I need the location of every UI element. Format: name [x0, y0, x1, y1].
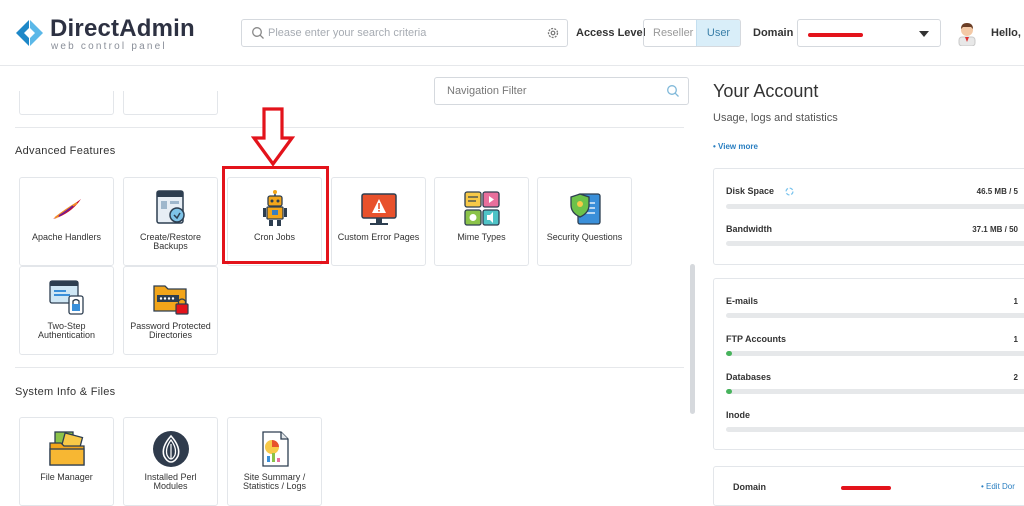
tile-file-manager[interactable]: File Manager — [19, 417, 114, 506]
stat-label-inode: Inode — [726, 410, 750, 420]
progress-bar-bandwidth — [726, 241, 1024, 246]
tile-password-protected-directories[interactable]: Password Protected Directories — [123, 266, 218, 355]
previous-tile[interactable] — [19, 91, 114, 115]
domain-select[interactable] — [797, 19, 941, 47]
redacted-domain-mark — [841, 486, 891, 490]
stat-value-databases: 2 — [1013, 373, 1018, 382]
refresh-spinner-icon — [785, 187, 794, 196]
stat-value-emails: 1 — [1013, 297, 1018, 306]
tile-mime-types[interactable]: Mime Types — [434, 177, 529, 266]
two-step-auth-icon — [49, 280, 84, 315]
section-title-advanced-features: Advanced Features — [15, 145, 116, 157]
section-title-system-info-files: System Info & Files — [15, 386, 116, 398]
section-divider — [15, 127, 684, 128]
stat-label-bandwidth: Bandwidth — [726, 224, 772, 234]
stat-label-ftp-accounts: FTP Accounts — [726, 334, 787, 344]
backup-icon — [156, 190, 185, 224]
access-level-label: Access Level — [576, 27, 646, 39]
tile-label: Security Questions — [546, 232, 623, 242]
tile-label: Mime Types — [457, 232, 506, 242]
global-search[interactable] — [241, 19, 568, 47]
search-icon — [667, 85, 679, 97]
progress-bar-databases — [726, 389, 1024, 394]
stat-value-bandwidth: 37.1 MB / 50 — [972, 225, 1018, 234]
stat-label-emails: E-mails — [726, 296, 759, 306]
statistics-report-icon — [262, 431, 289, 467]
edit-domain-link[interactable]: • Edit Dor — [981, 482, 1015, 491]
tile-create-restore-backups[interactable]: Create/Restore Backups — [123, 177, 218, 266]
navigation-filter-input[interactable] — [447, 82, 657, 100]
previous-section-tiles — [19, 91, 219, 115]
user-avatar-icon[interactable] — [956, 20, 978, 46]
file-manager-icon — [49, 431, 85, 466]
domain-label: Domain — [753, 27, 794, 39]
brand-tagline: web control panel — [51, 41, 167, 52]
domain-card-label: Domain — [733, 482, 767, 492]
chevron-down-icon — [919, 31, 929, 37]
tile-two-step-authentication[interactable]: Two-Step Authentication — [19, 266, 114, 355]
section-divider — [15, 367, 684, 368]
search-icon — [252, 27, 264, 39]
access-user-button[interactable]: User — [696, 20, 740, 46]
progress-bar-inode — [726, 427, 1024, 432]
progress-bar-emails — [726, 313, 1024, 318]
stat-label-databases: Databases — [726, 372, 772, 382]
tile-label: Create/Restore Backups — [139, 232, 202, 251]
access-level-switch: Reseller User — [643, 19, 741, 47]
tile-custom-error-pages[interactable]: Custom Error Pages — [331, 177, 426, 266]
feather-icon — [53, 199, 81, 219]
stat-value-ftp-accounts: 1 — [1013, 335, 1018, 344]
warning-monitor-icon — [361, 193, 397, 225]
tile-label: Site Summary / Statistics / Logs — [242, 472, 307, 491]
stat-value-disk-space: 46.5 MB / 5 — [976, 187, 1018, 196]
usage-card: Disk Space 46.5 MB / 5 Bandwidth 37.1 MB… — [713, 168, 1024, 265]
tile-label: Installed Perl Modules — [144, 472, 197, 491]
locked-folder-icon — [153, 285, 189, 315]
brand-name: DirectAdmin — [50, 15, 195, 42]
tile-label: File Manager — [40, 472, 93, 482]
annotation-arrow-icon — [251, 107, 295, 167]
tile-label: Custom Error Pages — [337, 232, 420, 242]
account-panel: Your Account Usage, logs and statistics … — [700, 66, 1024, 506]
progress-fill — [726, 351, 733, 356]
tile-apache-handlers[interactable]: Apache Handlers — [19, 177, 114, 266]
search-input[interactable] — [268, 23, 538, 43]
content-scrollbar[interactable] — [690, 264, 695, 414]
stat-label-disk-space: Disk Space — [726, 186, 775, 196]
navigation-filter[interactable] — [434, 77, 689, 105]
progress-bar-disk-space — [726, 204, 1024, 209]
media-types-icon — [464, 191, 500, 226]
account-title: Your Account — [713, 81, 819, 101]
redacted-domain-mark — [808, 33, 863, 37]
tile-label: Apache Handlers — [31, 232, 102, 242]
gear-icon[interactable] — [546, 26, 560, 40]
tile-label: Password Protected Directories — [130, 321, 211, 340]
perl-onion-icon — [153, 431, 189, 467]
user-greeting[interactable]: Hello, I — [991, 27, 1024, 39]
directadmin-logo[interactable]: DirectAdmin web control panel — [14, 16, 195, 52]
account-subtitle: Usage, logs and statistics — [713, 112, 838, 124]
logo-mark-icon — [16, 20, 43, 46]
shield-document-icon — [570, 193, 601, 225]
access-reseller-button[interactable]: Reseller — [644, 20, 696, 46]
progress-fill — [726, 389, 733, 394]
tile-security-questions[interactable]: Security Questions — [537, 177, 632, 266]
progress-bar-ftp-accounts — [726, 351, 1024, 356]
main-content: Advanced Features Apache Handlers Create… — [0, 66, 700, 506]
view-more-link[interactable]: • View more — [713, 142, 758, 151]
tile-label: Two-Step Authentication — [37, 321, 96, 340]
previous-tile[interactable] — [123, 91, 218, 115]
tile-installed-perl-modules[interactable]: Installed Perl Modules — [123, 417, 218, 506]
annotation-highlight-box — [222, 166, 329, 264]
tile-site-summary-statistics-logs[interactable]: Site Summary / Statistics / Logs — [227, 417, 322, 506]
top-header: DirectAdmin web control panel Access Lev… — [0, 0, 1024, 66]
counts-card: E-mails 1 FTP Accounts 1 Databases 2 Ino… — [713, 278, 1024, 450]
